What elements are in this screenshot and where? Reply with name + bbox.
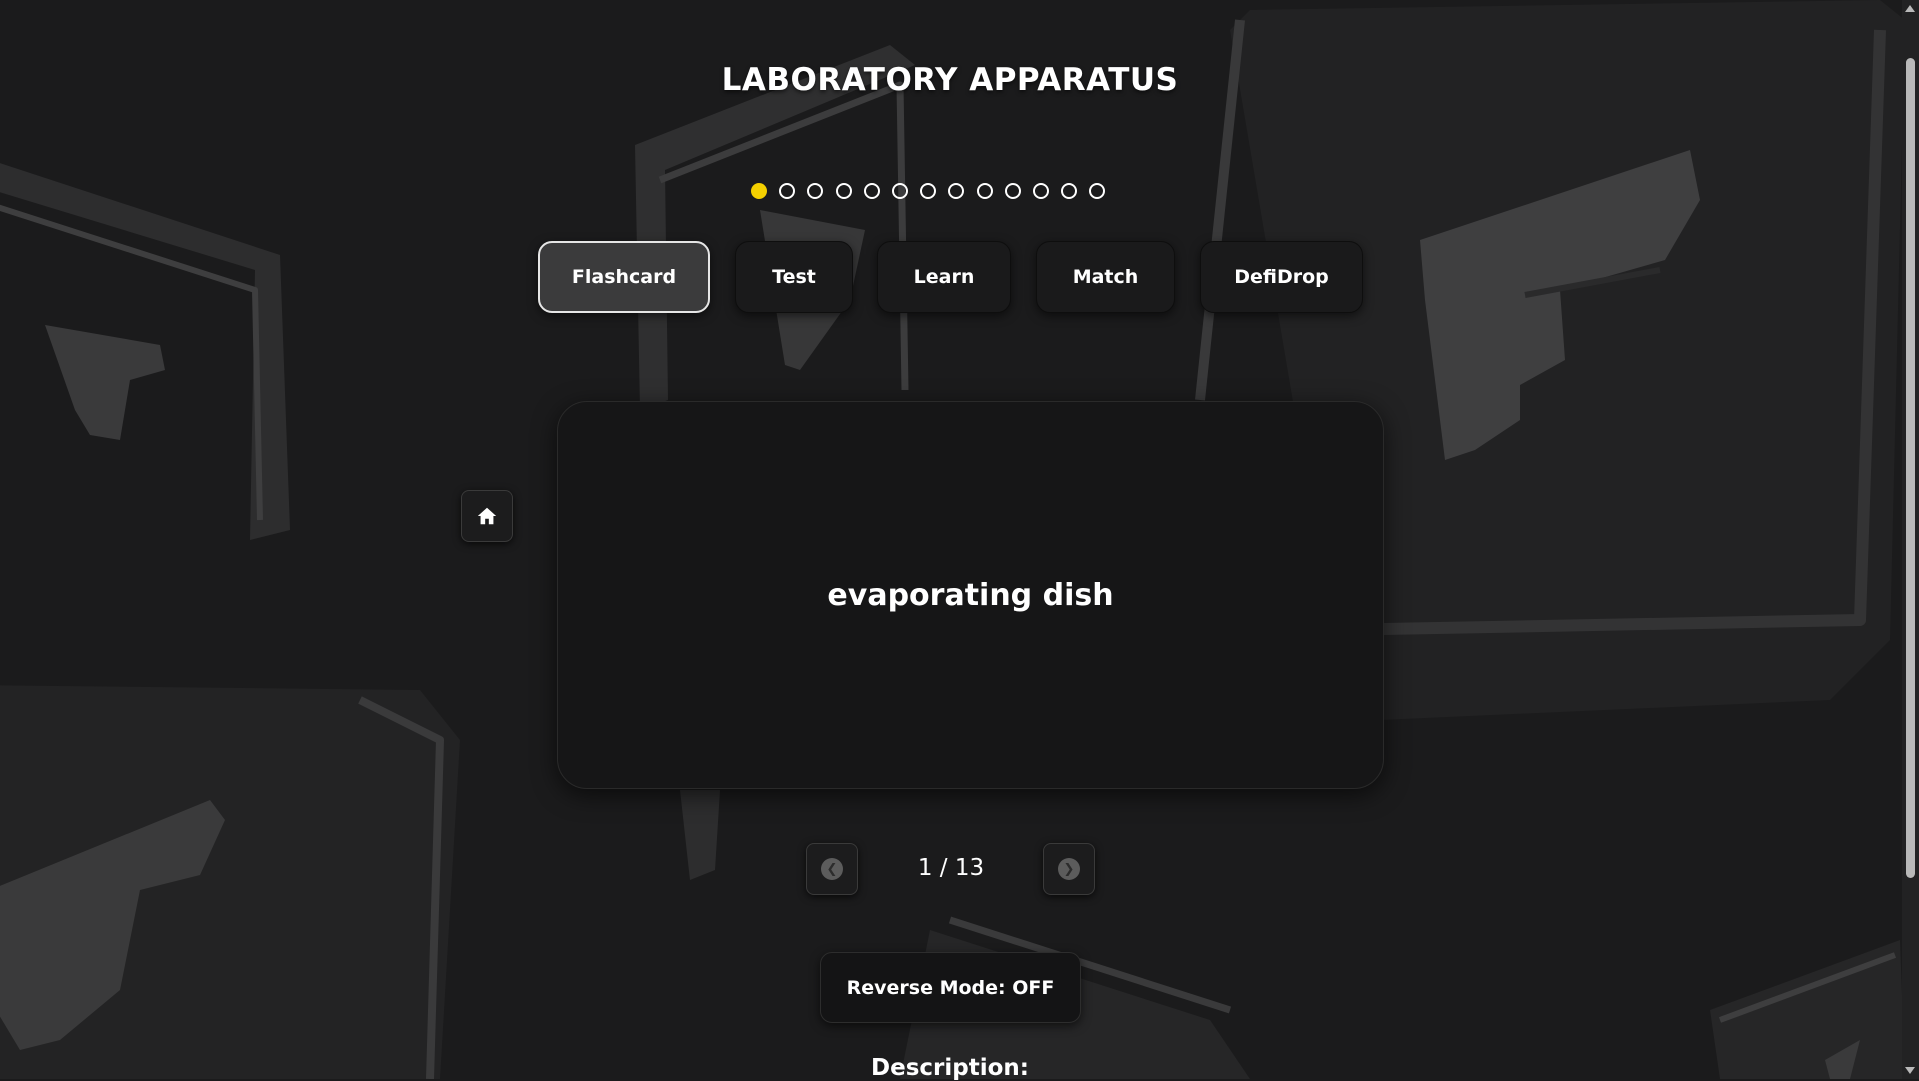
reverse-mode-button[interactable]: Reverse Mode: OFF: [820, 952, 1081, 1023]
chevron-right-icon: ❯: [1058, 858, 1080, 880]
scroll-thumb[interactable]: [1906, 58, 1915, 878]
progress-dot[interactable]: [1032, 183, 1049, 199]
flashcard[interactable]: evaporating dish: [557, 401, 1384, 789]
scroll-down-icon[interactable]: [1905, 1067, 1915, 1074]
description-heading: Description:: [871, 1055, 1029, 1081]
progress-dot[interactable]: [807, 183, 824, 199]
progress-dot[interactable]: [948, 183, 965, 199]
tab-learn[interactable]: Learn: [877, 241, 1011, 313]
page-title: LABORATORY APPARATUS: [721, 62, 1179, 98]
tab-defidrop[interactable]: DefiDrop: [1200, 241, 1363, 313]
progress-dot[interactable]: [891, 183, 908, 199]
progress-dot[interactable]: [779, 183, 796, 199]
progress-dot[interactable]: [1089, 183, 1106, 199]
home-icon: [477, 507, 497, 525]
tab-flashcard[interactable]: Flashcard: [538, 241, 710, 313]
tab-test[interactable]: Test: [735, 241, 853, 313]
progress-dot[interactable]: [976, 183, 993, 199]
scroll-up-icon[interactable]: [1905, 5, 1915, 12]
page-scrollbar[interactable]: [1902, 0, 1919, 1079]
progress-dot[interactable]: [863, 183, 880, 199]
next-card-button[interactable]: ❯: [1043, 843, 1095, 895]
progress-dot[interactable]: [751, 183, 767, 199]
progress-dots: [751, 183, 1106, 199]
progress-dot[interactable]: [920, 183, 937, 199]
flashcard-term: evaporating dish: [827, 577, 1114, 613]
progress-dot[interactable]: [1004, 183, 1021, 199]
previous-card-button[interactable]: ❮: [806, 843, 858, 895]
progress-dot[interactable]: [835, 183, 852, 199]
home-button[interactable]: [461, 490, 513, 542]
progress-dot[interactable]: [1061, 183, 1078, 199]
card-counter: 1 / 13: [917, 855, 985, 881]
chevron-left-icon: ❮: [821, 858, 843, 880]
tab-match[interactable]: Match: [1036, 241, 1175, 313]
